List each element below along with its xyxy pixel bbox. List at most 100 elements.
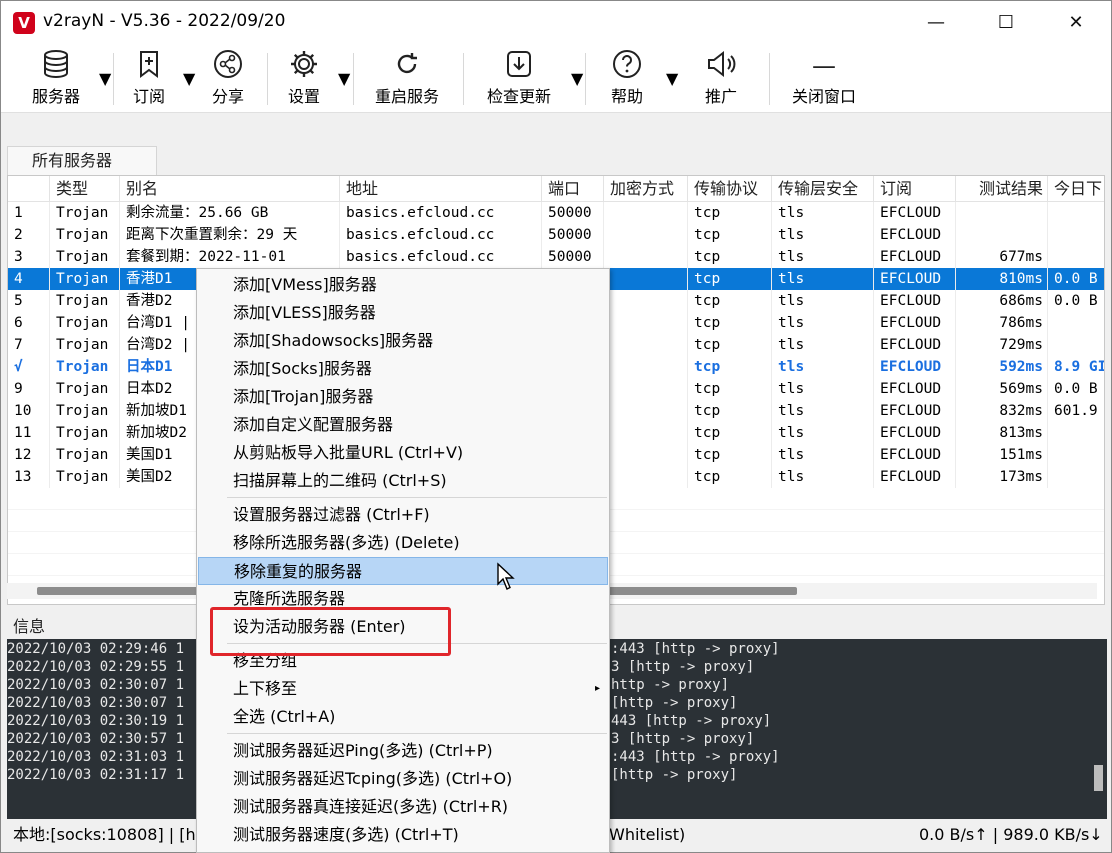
- cell-test: 151ms: [956, 444, 1048, 466]
- status-speed: 0.0 B/s↑ | 989.0 KB/s↓: [919, 825, 1103, 844]
- column-header-type[interactable]: 类型: [50, 176, 120, 202]
- servers-button[interactable]: 服务器: [21, 49, 91, 107]
- settings-button[interactable]: 设置: [277, 49, 331, 107]
- cell-today: 601.9: [1048, 400, 1104, 422]
- cell-enc: [604, 290, 688, 312]
- menu-item-add-trojan[interactable]: 添加[Trojan]服务器: [198, 383, 608, 411]
- share-label: 分享: [211, 87, 244, 106]
- maximize-button[interactable]: ☐: [971, 1, 1041, 45]
- servers-dropdown-arrow[interactable]: ▼: [99, 69, 111, 88]
- menu-item-scan-qr[interactable]: 扫描屏幕上的二维码 (Ctrl+S): [198, 467, 608, 495]
- log-line-detail: [http -> proxy]: [611, 767, 738, 783]
- column-header-encryption[interactable]: 加密方式: [604, 176, 688, 202]
- cell-addr: basics.efcloud.cc: [340, 246, 542, 268]
- promote-button[interactable]: 推广: [693, 49, 749, 107]
- column-header-test-result[interactable]: 测试结果: [956, 176, 1048, 202]
- menu-item-add-shadowsocks[interactable]: 添加[Shadowsocks]服务器: [198, 327, 608, 355]
- close-button[interactable]: ✕: [1041, 1, 1111, 45]
- cell-sub: EFCLOUD: [874, 356, 956, 378]
- menu-item-set-filter[interactable]: 设置服务器过滤器 (Ctrl+F): [198, 501, 608, 529]
- menu-item-add-vmess[interactable]: 添加[VMess]服务器: [198, 271, 608, 299]
- cell-idx: 2: [8, 224, 50, 246]
- cell-type: Trojan: [50, 444, 120, 466]
- refresh-icon: [365, 49, 449, 83]
- help-dropdown-arrow[interactable]: ▼: [666, 69, 678, 88]
- table-row[interactable]: 2 Trojan 距离下次重置剩余：29 天 basics.efcloud.cc 500…: [8, 224, 1104, 246]
- log-line-detail: 3 [http -> proxy]: [611, 659, 755, 675]
- subscribe-dropdown-arrow[interactable]: ▼: [183, 69, 195, 88]
- menu-item-label: 添加[Socks]服务器: [233, 359, 372, 378]
- column-header-today-down[interactable]: 今日下: [1048, 176, 1104, 202]
- minimize-button[interactable]: —: [901, 1, 971, 45]
- restart-label: 重启服务: [374, 87, 439, 106]
- subscribe-button[interactable]: 订阅: [121, 49, 177, 107]
- toolbar-separator: [463, 53, 464, 105]
- cell-type: Trojan: [50, 400, 120, 422]
- menu-item-label: 测试服务器速度(多选) (Ctrl+T): [233, 825, 459, 844]
- column-header-index[interactable]: [8, 176, 50, 202]
- status-routing: Whitelist): [609, 825, 686, 844]
- cell-idx: 13: [8, 466, 50, 488]
- menu-item-remove-selected[interactable]: 移除所选服务器(多选) (Delete): [198, 529, 608, 557]
- menu-item-add-custom-config[interactable]: 添加自定义配置服务器: [198, 411, 608, 439]
- cell-type: Trojan: [50, 356, 120, 378]
- menu-item-label: 从剪贴板导入批量URL (Ctrl+V): [233, 443, 464, 462]
- menu-item-label: 添加[VMess]服务器: [233, 275, 377, 294]
- cell-test: 173ms: [956, 466, 1048, 488]
- tab-all-servers[interactable]: 所有服务器: [7, 146, 157, 175]
- menu-item-remove-duplicates[interactable]: 移除重复的服务器: [198, 557, 608, 585]
- cell-tls: tls: [772, 400, 874, 422]
- cell-enc: [604, 356, 688, 378]
- toolbar: 服务器 ▼ 订阅 ▼ 分享 设置 ▼ 重启服务 检查更新 ▼ 帮助 ▼ 推广 —…: [1, 45, 1111, 113]
- megaphone-icon: [693, 49, 749, 83]
- close-window-button[interactable]: — 关闭窗口: [781, 49, 867, 107]
- column-header-tls[interactable]: 传输层安全: [772, 176, 874, 202]
- table-row[interactable]: 1 Trojan 剩余流量：25.66 GB basics.efcloud.cc 500…: [8, 202, 1104, 224]
- cell-addr: basics.efcloud.cc: [340, 224, 542, 246]
- cell-type: Trojan: [50, 378, 120, 400]
- menu-item-select-all[interactable]: 全选 (Ctrl+A): [198, 703, 608, 731]
- cell-today: [1048, 466, 1104, 488]
- cell-tls: tls: [772, 268, 874, 290]
- cell-enc: [604, 466, 688, 488]
- table-row[interactable]: 3 Trojan 套餐到期：2022-11-01 basics.efcloud.cc 5…: [8, 246, 1104, 268]
- log-line-timestamp: 2022/10/03 02:29:55 1: [7, 659, 185, 675]
- cell-sub: EFCLOUD: [874, 268, 956, 290]
- restart-service-button[interactable]: 重启服务: [365, 49, 449, 107]
- cell-test: 592ms: [956, 356, 1048, 378]
- cell-enc: [604, 246, 688, 268]
- cell-port: 50000: [542, 246, 604, 268]
- column-header-subscription[interactable]: 订阅: [874, 176, 956, 202]
- log-scroll-thumb[interactable]: [1094, 765, 1103, 791]
- menu-item-add-vless[interactable]: 添加[VLESS]服务器: [198, 299, 608, 327]
- menu-item-test-real-delay[interactable]: 测试服务器真连接延迟(多选) (Ctrl+R): [198, 793, 608, 821]
- cell-test: 677ms: [956, 246, 1048, 268]
- check-update-button[interactable]: 检查更新: [477, 49, 561, 107]
- menu-item-import-clipboard[interactable]: 从剪贴板导入批量URL (Ctrl+V): [198, 439, 608, 467]
- cell-alias: 剩余流量：25.66 GB: [120, 202, 340, 224]
- menu-item-add-socks[interactable]: 添加[Socks]服务器: [198, 355, 608, 383]
- help-button[interactable]: 帮助: [601, 49, 653, 107]
- menu-item-test-tcping[interactable]: 测试服务器延迟Tcping(多选) (Ctrl+O): [198, 765, 608, 793]
- settings-dropdown-arrow[interactable]: ▼: [338, 69, 350, 88]
- cell-net: tcp: [688, 312, 772, 334]
- column-header-address[interactable]: 地址: [340, 176, 542, 202]
- column-header-port[interactable]: 端口: [542, 176, 604, 202]
- share-button[interactable]: 分享: [201, 49, 255, 107]
- cell-today: [1048, 224, 1104, 246]
- cell-net: tcp: [688, 378, 772, 400]
- download-icon: [477, 49, 561, 83]
- cell-tls: tls: [772, 312, 874, 334]
- menu-item-test-ping[interactable]: 测试服务器延迟Ping(多选) (Ctrl+P): [198, 737, 608, 765]
- column-header-alias[interactable]: 别名: [120, 176, 340, 202]
- cell-test: [956, 202, 1048, 224]
- menu-item-label: 移除所选服务器(多选) (Delete): [233, 533, 460, 552]
- menu-item-test-speed[interactable]: 测试服务器速度(多选) (Ctrl+T): [198, 821, 608, 849]
- update-dropdown-arrow[interactable]: ▼: [571, 69, 583, 88]
- submenu-arrow-icon: ▸: [594, 683, 600, 694]
- cell-today: 8.9 GI: [1048, 356, 1104, 378]
- menu-item-move-up-down[interactable]: 上下移至 ▸: [198, 675, 608, 703]
- column-header-network[interactable]: 传输协议: [688, 176, 772, 202]
- help-label: 帮助: [610, 87, 643, 106]
- menu-item-label: 添加[VLESS]服务器: [233, 303, 376, 322]
